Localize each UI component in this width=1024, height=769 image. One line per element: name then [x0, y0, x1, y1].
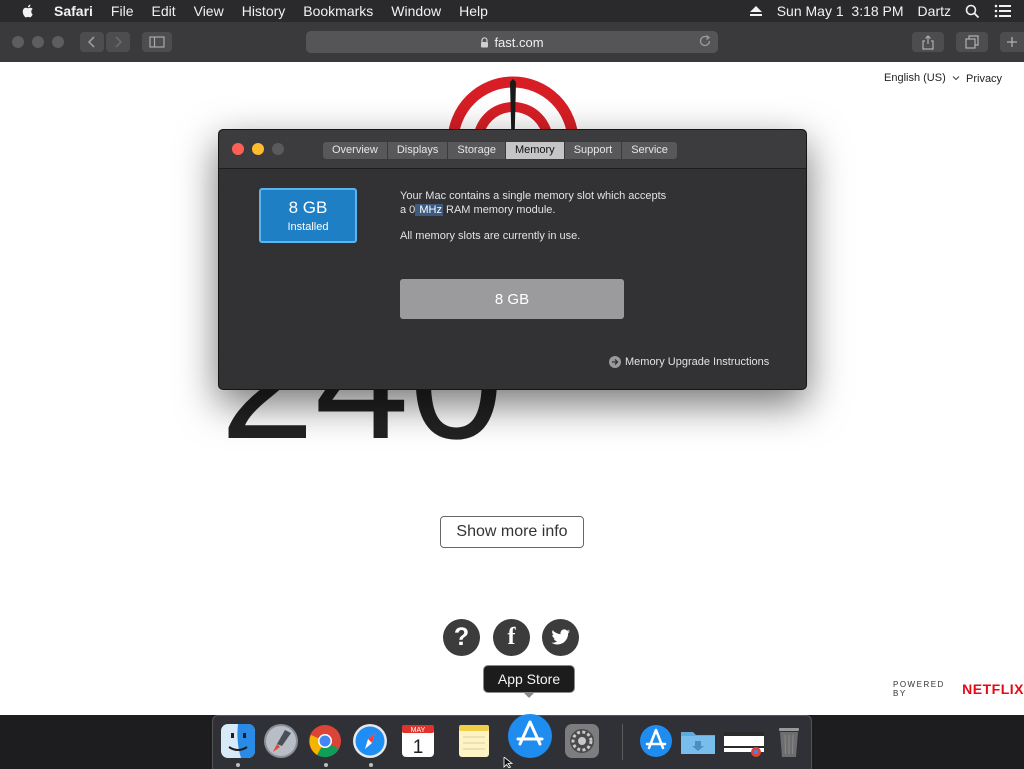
dock-separator — [622, 724, 623, 760]
memory-description-line1: Your Mac contains a single memory slot w… — [400, 190, 667, 202]
address-text: fast.com — [494, 34, 544, 50]
show-more-info-button[interactable]: Show more info — [440, 516, 584, 548]
forward-button[interactable] — [106, 32, 130, 52]
menu-bookmarks[interactable]: Bookmarks — [303, 3, 373, 19]
calendar-month: MAY — [411, 727, 426, 734]
sidebar-toggle-button[interactable] — [142, 32, 172, 52]
privacy-link[interactable]: Privacy — [966, 73, 1002, 85]
share-icon — [922, 34, 934, 50]
system-preferences-icon[interactable] — [563, 722, 601, 760]
launchpad-icon[interactable] — [262, 722, 300, 760]
menu-file[interactable]: File — [111, 3, 134, 19]
search-icon[interactable] — [965, 4, 980, 19]
memory-desc-prefix: a 0 — [400, 204, 416, 216]
chevron-down-icon — [952, 76, 960, 81]
tab-overview[interactable]: Overview — [323, 142, 388, 159]
language-selector[interactable]: English (US) — [884, 72, 960, 84]
dialog-close-button[interactable] — [232, 143, 244, 155]
tab-service[interactable]: Service — [622, 142, 677, 159]
language-label: English (US) — [884, 72, 946, 84]
mouse-cursor — [503, 757, 513, 768]
memory-slot-bar: 8 GB — [400, 279, 624, 319]
memory-size: 8 GB — [288, 198, 328, 217]
help-icon[interactable]: ? — [443, 619, 480, 656]
tab-support[interactable]: Support — [564, 142, 623, 159]
netflix-logo: NETFLIX — [962, 681, 1024, 697]
memory-desc-highlight: MHz — [415, 204, 443, 216]
tab-displays[interactable]: Displays — [387, 142, 449, 159]
memory-upgrade-label: Memory Upgrade Instructions — [625, 356, 770, 368]
tab-storage[interactable]: Storage — [448, 142, 506, 159]
reload-icon[interactable] — [698, 34, 712, 48]
dialog-tab-bar: Overview Displays Storage Memory Support… — [322, 141, 678, 160]
chrome-icon[interactable] — [306, 722, 344, 760]
menu-help[interactable]: Help — [459, 3, 488, 19]
window-close-button[interactable] — [12, 36, 24, 48]
menu-view[interactable]: View — [194, 3, 224, 19]
app-store-downloads-icon[interactable] — [637, 722, 675, 760]
eject-icon[interactable] — [749, 5, 763, 17]
apple-icon[interactable] — [20, 3, 36, 19]
safari-icon[interactable] — [351, 722, 389, 760]
about-this-mac-window: Overview Displays Storage Memory Support… — [218, 129, 807, 390]
chrome-window-icon[interactable] — [722, 722, 766, 760]
address-bar[interactable]: fast.com — [306, 31, 718, 53]
app-store-icon[interactable] — [506, 712, 554, 760]
chrome-running-indicator — [324, 763, 328, 767]
powered-by-netflix[interactable]: POWERED BY NETFLIX — [893, 680, 1024, 698]
tabs-overview-button[interactable] — [956, 32, 988, 52]
menu-history[interactable]: History — [242, 3, 286, 19]
menu-app-name[interactable]: Safari — [54, 3, 93, 19]
lock-icon — [481, 36, 489, 47]
window-zoom-button[interactable] — [52, 36, 64, 48]
arrow-right-icon — [609, 356, 621, 368]
chevron-right-icon — [115, 36, 123, 48]
facebook-icon[interactable]: f — [493, 619, 530, 656]
window-minimize-button[interactable] — [32, 36, 44, 48]
plus-icon — [1007, 37, 1017, 47]
memory-description-line2: a 0 MHz RAM memory module. — [400, 204, 555, 216]
share-button[interactable] — [912, 32, 944, 52]
calendar-icon[interactable]: MAY 1 — [399, 722, 437, 760]
powered-by-label: POWERED BY — [893, 680, 945, 698]
trash-icon[interactable] — [770, 722, 808, 760]
list-icon[interactable] — [994, 4, 1012, 18]
safari-running-indicator — [369, 763, 373, 767]
memory-slots-status: All memory slots are currently in use. — [400, 230, 581, 242]
chevron-left-icon — [87, 36, 95, 48]
memory-module-tile: 8 GB Installed — [259, 188, 357, 243]
browser-toolbar: fast.com — [0, 22, 1024, 63]
notes-icon[interactable] — [455, 722, 493, 760]
menu-window[interactable]: Window — [391, 3, 441, 19]
back-button[interactable] — [80, 32, 104, 52]
dialog-minimize-button[interactable] — [252, 143, 264, 155]
folder-icon[interactable] — [679, 722, 717, 760]
memory-upgrade-link[interactable]: Memory Upgrade Instructions — [609, 356, 769, 368]
calendar-day: 1 — [413, 737, 424, 758]
menu-extras: Sun May 1 3:18 PM Dartz — [749, 0, 1024, 22]
menu-edit[interactable]: Edit — [151, 3, 175, 19]
finder-icon[interactable] — [219, 722, 257, 760]
memory-desc-suffix: RAM memory module. — [442, 204, 556, 216]
tab-memory[interactable]: Memory — [505, 142, 565, 159]
finder-running-indicator — [236, 763, 240, 767]
menu-bar: Safari File Edit View History Bookmarks … — [0, 0, 1024, 22]
twitter-icon[interactable] — [542, 619, 579, 656]
dock-tooltip: App Store — [483, 665, 575, 698]
sidebar-icon — [149, 36, 165, 48]
menu-user[interactable]: Dartz — [918, 3, 951, 19]
menu-clock[interactable]: Sun May 1 3:18 PM — [777, 3, 904, 19]
dialog-zoom-button[interactable] — [272, 143, 284, 155]
dialog-title-bar: Overview Displays Storage Memory Support… — [219, 130, 806, 169]
new-tab-button[interactable] — [1000, 32, 1024, 52]
memory-status: Installed — [287, 221, 329, 233]
tabs-icon — [965, 35, 979, 49]
